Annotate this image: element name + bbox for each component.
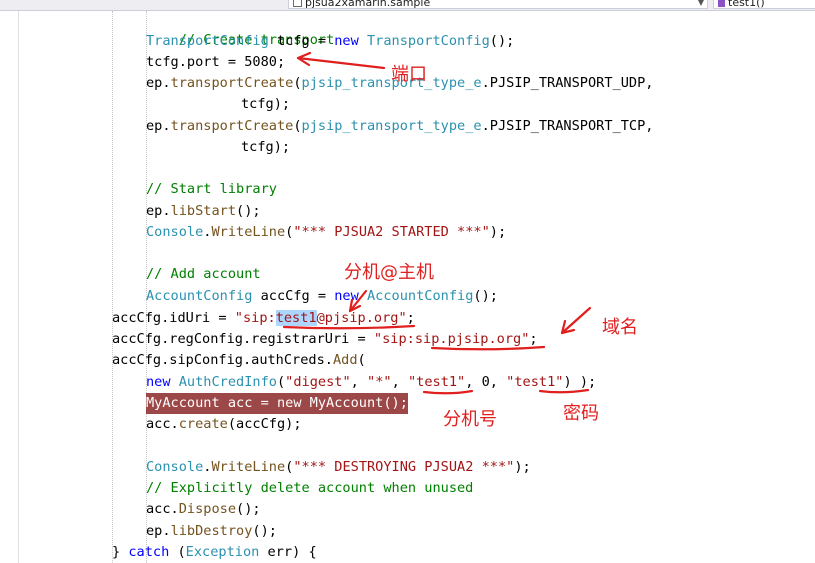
annotation-port: 端口 — [391, 64, 427, 85]
annotation-domain: 域名 — [602, 317, 638, 338]
domain-arrow — [560, 306, 592, 335]
ext-host-underline — [282, 324, 416, 330]
annotation-ext-number: 分机号 — [443, 409, 497, 430]
domain-underline — [430, 345, 546, 351]
password-underline — [538, 388, 590, 394]
ext-number-underline — [422, 389, 474, 395]
annotation-password: 密码 — [563, 403, 599, 424]
annotation-ext-host: 分机@主机 — [344, 262, 434, 283]
port-arrow — [296, 56, 386, 70]
